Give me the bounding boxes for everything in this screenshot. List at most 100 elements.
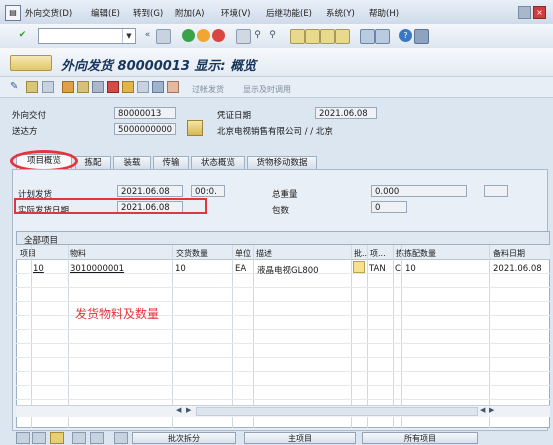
document-date-field[interactable]: 2021.06.08 [315, 107, 377, 119]
command-field[interactable]: ▼ [38, 28, 136, 44]
ship-to-name: 北京电视销售有限公司 / / 北京 [217, 127, 333, 137]
all-items-button[interactable]: 所有项目 [362, 432, 478, 444]
col-pick-status[interactable]: 拣 [396, 248, 404, 259]
packages-field[interactable]: 0 [371, 201, 407, 213]
cell-pick-qty[interactable]: 10 [405, 264, 416, 274]
col-description[interactable]: 描述 [256, 248, 272, 259]
tab-picking[interactable]: 拣配 [75, 156, 111, 169]
menu-edit[interactable]: 编辑(E) [91, 7, 120, 19]
details-icon[interactable] [50, 432, 64, 444]
row-divider [16, 287, 550, 288]
next-page-icon[interactable] [320, 29, 335, 44]
cell-avail-date[interactable]: 2021.06.08 [493, 264, 542, 274]
cell-delivery-qty[interactable]: 10 [175, 264, 186, 274]
print-icon[interactable] [236, 29, 251, 44]
total-weight-field[interactable]: 0.000 [371, 185, 467, 197]
tab-transport[interactable]: 传输 [153, 156, 189, 169]
table-header-row [16, 245, 550, 260]
tab-status-overview[interactable]: 状态概览 [191, 156, 245, 169]
menu-system[interactable]: 系统(Y) [326, 7, 355, 19]
row-divider [16, 329, 550, 330]
cancel-icon[interactable] [212, 29, 225, 42]
save-icon[interactable] [156, 29, 171, 44]
scroll-left-end-icon[interactable]: ◀ [480, 406, 485, 414]
item-icon[interactable] [77, 81, 89, 93]
scroll-right-icon[interactable]: ▶ [186, 406, 191, 414]
pack-icon[interactable] [92, 81, 104, 93]
select-all-icon[interactable] [16, 432, 30, 444]
batch-split-button[interactable]: 批次拆分 [132, 432, 236, 444]
messages-icon[interactable] [107, 81, 119, 93]
show-calls-button[interactable]: 显示及时调用 [243, 84, 291, 95]
col-material[interactable]: 物料 [70, 248, 86, 259]
delete-icon[interactable] [42, 81, 54, 93]
close-icon[interactable]: × [533, 6, 546, 19]
menu-extras[interactable]: 附加(A) [175, 7, 204, 19]
exit-icon[interactable] [197, 29, 210, 42]
header-icon[interactable] [62, 81, 74, 93]
col-pick-qty[interactable]: 拣配数量 [404, 248, 436, 259]
shortcut-icon[interactable] [375, 29, 390, 44]
chevron-down-icon[interactable]: ▼ [122, 29, 135, 43]
document-flow-icon[interactable] [137, 81, 149, 93]
status-overview-icon[interactable] [152, 81, 164, 93]
tab-goods-movement[interactable]: 货物移动数据 [247, 156, 317, 169]
partners-icon[interactable] [167, 81, 179, 93]
standard-toolbar: ✔ ▼ « ⚲ ⚲ ? [0, 24, 553, 49]
back-arrows-icon[interactable]: « [141, 29, 154, 42]
cell-unit[interactable]: EA [235, 264, 246, 274]
cell-item[interactable]: 10 [33, 264, 44, 274]
document-date-label: 凭证日期 [217, 111, 252, 121]
new-session-icon[interactable] [360, 29, 375, 44]
menu-environment[interactable]: 环境(V) [221, 7, 250, 19]
ship-to-field[interactable]: 5000000000 [114, 123, 176, 135]
col-batch[interactable]: 批.. [354, 248, 367, 259]
prev-page-icon[interactable] [305, 29, 320, 44]
help-icon[interactable]: ? [399, 29, 412, 42]
menu-follow-on[interactable]: 后继功能(E) [266, 7, 312, 19]
planned-gi-date-field[interactable]: 2021.06.08 [117, 185, 183, 197]
scroll-left-icon[interactable]: ◀ [176, 406, 181, 414]
tab-loading[interactable]: 装载 [113, 156, 151, 169]
col-avail-date[interactable]: 备料日期 [493, 248, 525, 259]
col-item[interactable]: 项目 [20, 248, 36, 259]
find-icon[interactable]: ⚲ [251, 29, 264, 42]
row-divider [16, 357, 550, 358]
weight-unit-field[interactable] [484, 185, 508, 197]
cell-batch[interactable] [353, 261, 365, 273]
address-icon[interactable] [187, 120, 203, 136]
post-gi-button[interactable]: 过帐发货 [192, 84, 224, 95]
other-delivery-icon[interactable] [10, 55, 52, 71]
planned-gi-time-field[interactable]: 00:0. [191, 185, 225, 197]
minimize-icon[interactable] [518, 6, 531, 19]
deselect-all-icon[interactable] [32, 432, 46, 444]
cell-description[interactable]: 液晶电视GL800 [257, 264, 319, 276]
col-item-category[interactable]: 项... [370, 248, 386, 259]
customize-icon[interactable] [414, 29, 429, 44]
enter-icon[interactable]: ✔ [16, 29, 29, 42]
display-change-icon[interactable]: ✎ [10, 81, 18, 92]
outbound-delivery-field[interactable]: 80000013 [114, 107, 176, 119]
cell-item-category[interactable]: TAN [369, 264, 386, 274]
filter-icon[interactable] [90, 432, 104, 444]
menu-goto[interactable]: 转到(G) [133, 7, 163, 19]
main-items-button[interactable]: 主项目 [244, 432, 356, 444]
col-delivery-qty[interactable]: 交货数量 [176, 248, 208, 259]
last-page-icon[interactable] [335, 29, 350, 44]
sap-menu-icon[interactable]: ▤ [5, 5, 21, 21]
first-page-icon[interactable] [290, 29, 305, 44]
menu-outbound[interactable]: 外向交货(D) [25, 7, 72, 19]
scroll-right-end-icon[interactable]: ▶ [489, 406, 494, 414]
cell-material[interactable]: 3010000001 [70, 264, 124, 274]
row-divider [16, 371, 550, 372]
row-divider [16, 301, 550, 302]
col-unit[interactable]: 单位 [235, 248, 251, 259]
layout-icon[interactable] [114, 432, 128, 444]
create-icon[interactable] [26, 81, 38, 93]
scroll-track[interactable] [196, 407, 478, 416]
sort-icon[interactable] [72, 432, 86, 444]
back-icon[interactable] [182, 29, 195, 42]
find-next-icon[interactable]: ⚲ [266, 29, 279, 42]
menu-help[interactable]: 帮助(H) [369, 7, 399, 19]
output-icon[interactable] [122, 81, 134, 93]
